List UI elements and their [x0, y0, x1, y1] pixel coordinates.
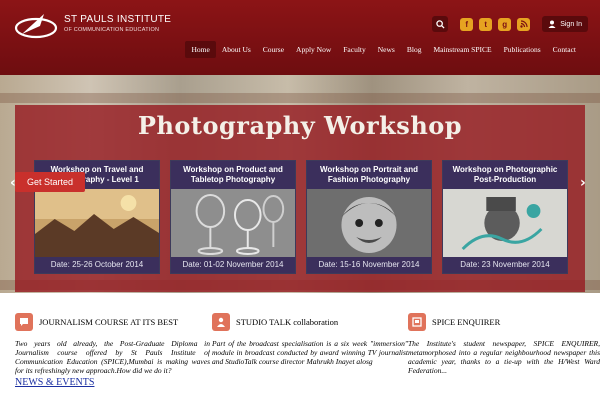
- sign-in-button[interactable]: Sign In: [542, 16, 588, 32]
- feature-title[interactable]: SPICE ENQUIRER: [432, 317, 500, 327]
- feature-columns: JOURNALISM COURSE AT ITS BEST Two years …: [15, 313, 600, 383]
- user-icon: [212, 313, 230, 331]
- feature-studio-talk: STUDIO TALK collaboration Part of the br…: [212, 313, 408, 383]
- wine-glasses-image: [171, 189, 295, 259]
- hero-slider: Photography Workshop Workshop on Travel …: [0, 75, 600, 293]
- slider-next-icon[interactable]: ›: [580, 175, 586, 191]
- hero-title: Photography Workshop: [137, 110, 463, 140]
- logo-swoosh-icon: [14, 14, 58, 39]
- nav-faculty[interactable]: Faculty: [337, 41, 372, 58]
- feature-text: The Institute's student newspaper, SPICE…: [408, 339, 600, 375]
- utility-bar: f t g Sign In: [432, 16, 588, 32]
- get-started-button[interactable]: Get Started: [15, 172, 85, 192]
- feature-title[interactable]: STUDIO TALK collaboration: [236, 317, 338, 327]
- nav-blog[interactable]: Blog: [401, 41, 428, 58]
- child-portrait-image: [307, 189, 431, 259]
- facebook-icon[interactable]: f: [460, 17, 474, 31]
- nav-apply-now[interactable]: Apply Now: [290, 41, 337, 58]
- nav-publications[interactable]: Publications: [498, 41, 547, 58]
- workshop-card-title: Workshop on Portrait and Fashion Photogr…: [307, 161, 431, 189]
- nav-mainstream-spice[interactable]: Mainstream SPICE: [427, 41, 497, 58]
- user-icon: [548, 20, 556, 28]
- search-button[interactable]: [432, 16, 449, 32]
- workshop-card-date: Date: 15-16 November 2014: [307, 257, 431, 273]
- slider-prev-icon[interactable]: ‹: [10, 175, 16, 191]
- nav-news[interactable]: News: [372, 41, 401, 58]
- logo-line1: ST PAULS INSTITUTE: [64, 14, 172, 25]
- logo-line2: OF COMMUNICATION EDUCATION: [64, 27, 160, 33]
- main-nav: Home About Us Course Apply Now Faculty N…: [185, 41, 582, 58]
- google-plus-icon[interactable]: g: [498, 17, 512, 31]
- feature-title[interactable]: JOURNALISM COURSE AT ITS BEST: [39, 317, 178, 327]
- news-events-heading[interactable]: NEWS & EVENTS: [15, 377, 94, 388]
- workshop-card[interactable]: Workshop on Product and Tabletop Photogr…: [170, 160, 296, 274]
- rss-glyph-icon: [520, 20, 528, 28]
- nav-contact[interactable]: Contact: [547, 41, 582, 58]
- sign-in-label: Sign In: [560, 20, 582, 28]
- nav-home[interactable]: Home: [185, 41, 216, 58]
- site-logo[interactable]: ST PAULS INSTITUTE OF COMMUNICATION EDUC…: [14, 12, 184, 42]
- feature-text: Part of the broadcast specialisation is …: [212, 339, 408, 366]
- chat-icon: [15, 313, 33, 331]
- newspaper-icon: [408, 313, 426, 331]
- rss-icon[interactable]: [517, 17, 531, 31]
- workshop-card-title: Workshop on Product and Tabletop Photogr…: [171, 161, 295, 189]
- background-shelf: [0, 93, 600, 103]
- workshop-card-title: Workshop on Photographic Post-Production: [443, 161, 567, 189]
- post-production-image: [443, 189, 567, 259]
- feature-journalism: JOURNALISM COURSE AT ITS BEST Two years …: [15, 313, 210, 383]
- workshop-cards: Workshop on Travel and Photography - Lev…: [34, 160, 568, 274]
- search-icon: [435, 19, 445, 29]
- site-header: ST PAULS INSTITUTE OF COMMUNICATION EDUC…: [0, 0, 600, 75]
- workshop-card[interactable]: Workshop on Photographic Post-Production…: [442, 160, 568, 274]
- nav-about-us[interactable]: About Us: [216, 41, 257, 58]
- nav-course[interactable]: Course: [257, 41, 290, 58]
- workshop-card-date: Date: 23 November 2014: [443, 257, 567, 273]
- feature-text: Two years old already, the Post-Graduate…: [15, 339, 210, 375]
- workshop-card[interactable]: Workshop on Portrait and Fashion Photogr…: [306, 160, 432, 274]
- travel-photo-image: [35, 189, 159, 259]
- feature-spice-enquirer: SPICE ENQUIRER The Institute's student n…: [408, 313, 600, 383]
- workshop-card-date: Date: 25-26 October 2014: [35, 257, 159, 273]
- twitter-icon[interactable]: t: [479, 17, 493, 31]
- workshop-card-date: Date: 01-02 November 2014: [171, 257, 295, 273]
